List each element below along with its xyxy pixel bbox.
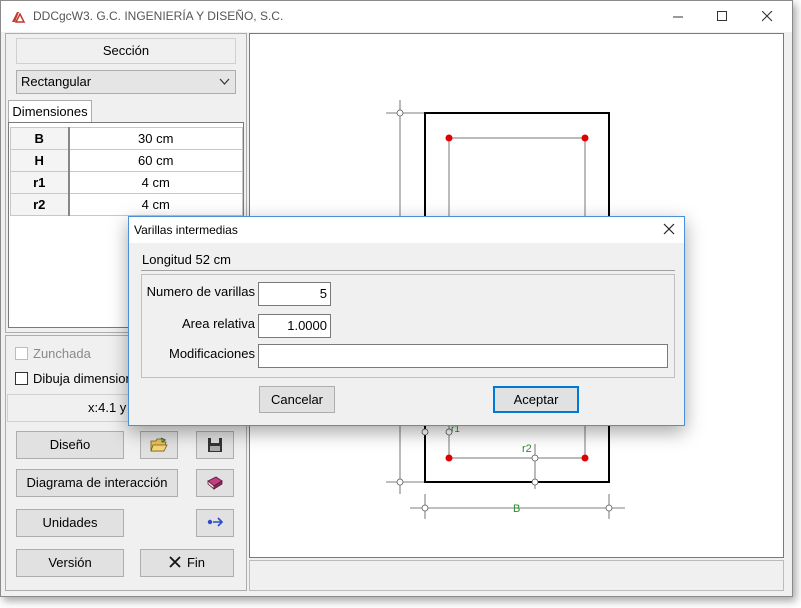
tab-dimensiones[interactable]: Dimensiones <box>8 100 92 122</box>
area-relativa-label: Area relativa <box>182 316 255 331</box>
open-folder-icon <box>150 437 168 452</box>
close-x-icon <box>169 556 181 568</box>
fin-button[interactable]: Fin <box>140 549 234 577</box>
label-b: B <box>513 503 520 515</box>
save-button[interactable] <box>196 431 234 459</box>
app-logo-icon <box>12 12 26 23</box>
close-icon <box>761 10 772 22</box>
dim-value[interactable]: 60 cm <box>68 149 243 172</box>
cancel-button[interactable]: Cancelar <box>259 386 335 413</box>
table-row: H 60 cm <box>10 149 243 172</box>
book-button[interactable] <box>196 469 234 497</box>
dialog-divider <box>141 270 675 271</box>
dim-value[interactable]: 4 cm <box>68 171 243 194</box>
dim-value[interactable]: 4 cm <box>68 193 243 216</box>
transfer-button[interactable] <box>196 509 234 537</box>
window-title: DDCgcW3. G.C. INGENIERÍA Y DISEÑO, S.C. <box>33 9 284 23</box>
diseno-button[interactable]: Diseño <box>16 431 124 459</box>
section-heading: Sección <box>16 38 236 64</box>
minimize-button[interactable] <box>655 1 701 32</box>
minimize-icon <box>672 16 683 18</box>
zunchada-checkbox[interactable] <box>15 347 28 360</box>
maximize-button[interactable] <box>699 1 745 32</box>
version-button[interactable]: Versión <box>16 549 124 577</box>
dialog-title: Varillas intermedias <box>134 223 238 237</box>
modificaciones-input[interactable] <box>258 344 668 368</box>
modificaciones-label: Modificaciones <box>169 346 255 361</box>
section-type-value: Rectangular <box>21 74 92 89</box>
dim-key: H <box>10 149 70 172</box>
longitud-label: Longitud 52 cm <box>142 252 231 267</box>
table-row: r1 4 cm <box>10 171 243 194</box>
fin-label: Fin <box>186 555 206 570</box>
open-file-button[interactable] <box>140 431 178 459</box>
dim-key: r2 <box>10 193 70 216</box>
section-type-select[interactable]: Rectangular <box>16 70 236 94</box>
label-r2: r2 <box>522 443 532 455</box>
unidades-button[interactable]: Unidades <box>16 509 124 537</box>
area-relativa-input[interactable]: 1.0000 <box>258 314 331 338</box>
dim-value[interactable]: 30 cm <box>68 127 243 150</box>
status-bar <box>249 560 784 591</box>
num-varillas-input[interactable]: 5 <box>258 282 331 306</box>
chevron-down-icon <box>219 78 230 85</box>
transfer-arrow-icon <box>207 517 224 527</box>
save-disk-icon <box>208 438 222 452</box>
close-window-button[interactable] <box>744 1 790 32</box>
dimensions-table: B 30 cm H 60 cm r1 4 cm r2 4 cm <box>10 127 243 216</box>
accept-button[interactable]: Aceptar <box>493 386 579 413</box>
diagrama-interaccion-button[interactable]: Diagrama de interacción <box>16 469 178 497</box>
maximize-icon <box>716 11 727 21</box>
dim-key: B <box>10 127 70 150</box>
num-varillas-label: Numero de varillas <box>146 284 255 299</box>
dialog-title-bar: Varillas intermedias <box>129 217 684 243</box>
dialog-close-icon[interactable] <box>662 222 676 236</box>
title-bar: DDCgcW3. G.C. INGENIERÍA Y DISEÑO, S.C. <box>1 1 792 32</box>
table-row: r2 4 cm <box>10 193 243 216</box>
book-icon <box>207 476 223 490</box>
dibuja-dimensiones-checkbox[interactable] <box>15 372 28 385</box>
table-row: B 30 cm <box>10 127 243 150</box>
dim-key: r1 <box>10 171 70 194</box>
zunchada-label: Zunchada <box>33 346 91 361</box>
varillas-dialog: Varillas intermedias Longitud 52 cm Nume… <box>128 216 685 426</box>
